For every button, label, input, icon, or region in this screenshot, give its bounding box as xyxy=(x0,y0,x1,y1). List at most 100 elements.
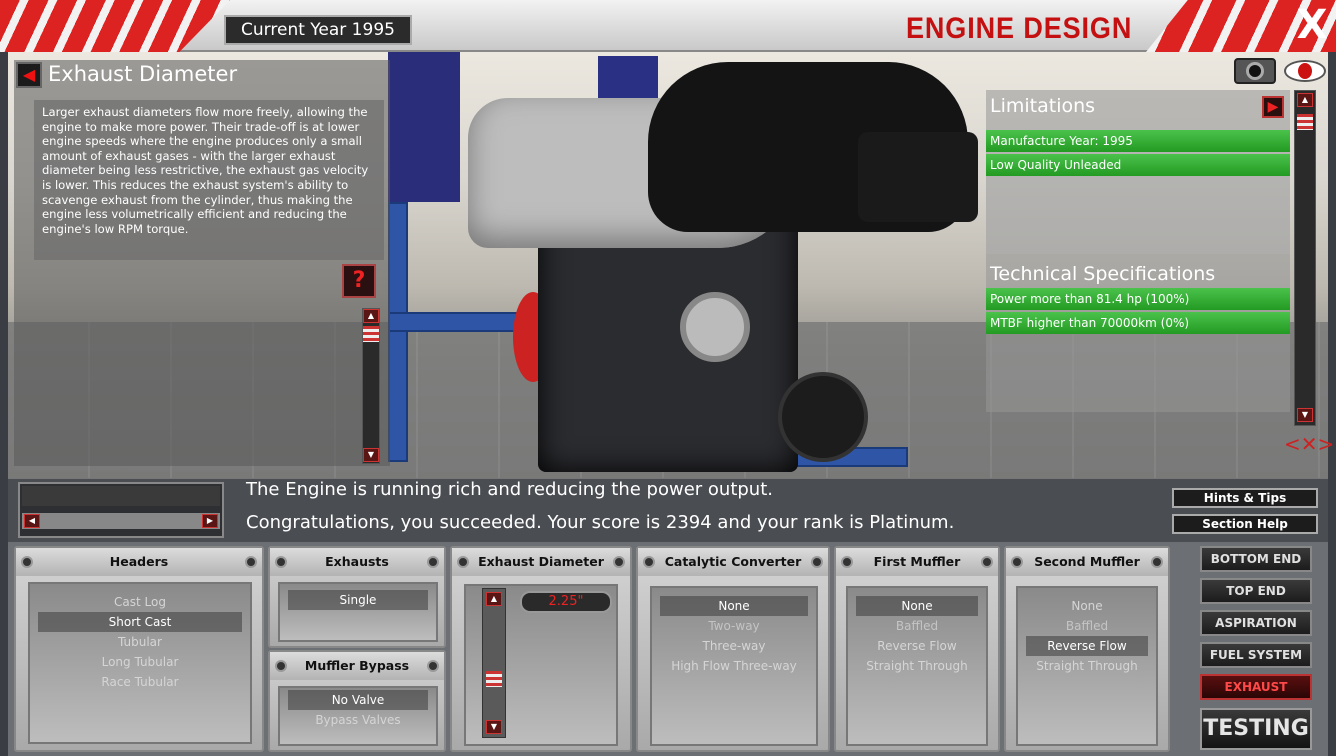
second-muffler-panel-title: Second Muffler xyxy=(1006,548,1168,576)
scroll-down-icon[interactable]: ▼ xyxy=(1297,408,1313,422)
second-muffler-option-straight-through[interactable]: Straight Through xyxy=(1026,656,1148,676)
status-message-1: The Engine is running rich and reducing … xyxy=(246,479,773,500)
bolt-icon xyxy=(1151,556,1163,568)
headers-option-cast-log[interactable]: Cast Log xyxy=(38,592,242,612)
headers-option-long-tubular[interactable]: Long Tubular xyxy=(38,652,242,672)
eye-pupil-icon xyxy=(1298,63,1312,79)
catalytic-list: None Two-way Three-way High Flow Three-w… xyxy=(650,586,818,746)
first-muffler-option-baffled[interactable]: Baffled xyxy=(856,616,978,636)
catalytic-option-none[interactable]: None xyxy=(660,596,808,616)
diameter-up-icon[interactable]: ▲ xyxy=(486,592,502,606)
info-description: Larger exhaust diameters flow more freel… xyxy=(34,100,384,260)
headers-option-tubular[interactable]: Tubular xyxy=(38,632,242,652)
bolt-icon xyxy=(643,556,655,568)
catalytic-option-three-way[interactable]: Three-way xyxy=(660,636,808,656)
first-muffler-option-none[interactable]: None xyxy=(856,596,978,616)
bolt-icon xyxy=(841,556,853,568)
catalytic-option-high-flow[interactable]: High Flow Three-way xyxy=(660,656,808,676)
bolt-icon xyxy=(981,556,993,568)
exhausts-panel: Exhausts Single xyxy=(268,546,446,648)
headers-panel: Headers Cast Log Short Cast Tubular Long… xyxy=(14,546,264,752)
nav-bottom-end-button[interactable]: BOTTOM END xyxy=(1200,546,1312,572)
bolt-icon xyxy=(811,556,823,568)
exhausts-option-single[interactable]: Single xyxy=(288,590,428,610)
status-message-2: Congratulations, you succeeded. Your sco… xyxy=(246,512,955,533)
headers-list: Cast Log Short Cast Tubular Long Tubular… xyxy=(28,582,252,744)
info-title: Exhaust Diameter xyxy=(48,62,238,86)
catalytic-option-two-way[interactable]: Two-way xyxy=(660,616,808,636)
second-muffler-list: None Baffled Reverse Flow Straight Throu… xyxy=(1016,586,1158,746)
bypass-option-bypass-valves[interactable]: Bypass Valves xyxy=(288,710,428,730)
diameter-slider-thumb[interactable] xyxy=(486,671,502,687)
scroll-thumb[interactable] xyxy=(1297,114,1313,130)
limitation-item: Manufacture Year: 1995 xyxy=(986,130,1290,152)
diameter-down-icon[interactable]: ▼ xyxy=(486,720,502,734)
back-arrow-button[interactable]: ◀ xyxy=(16,62,42,88)
catalytic-panel-title: Catalytic Converter xyxy=(638,548,828,576)
spec-item: Power more than 81.4 hp (100%) xyxy=(986,288,1290,310)
bolt-icon xyxy=(457,556,469,568)
view-rotate-icon[interactable]: <✕> xyxy=(1284,432,1334,458)
bolt-icon xyxy=(21,556,33,568)
close-button[interactable]: X xyxy=(1294,4,1330,46)
bolt-icon xyxy=(613,556,625,568)
headers-option-short-cast[interactable]: Short Cast xyxy=(38,612,242,632)
muffler-bypass-panel-title: Muffler Bypass xyxy=(270,652,444,680)
specs-title: Technical Specifications xyxy=(990,263,1216,285)
nav-aspiration-button[interactable]: ASPIRATION xyxy=(1200,610,1312,636)
second-muffler-option-reverse-flow[interactable]: Reverse Flow xyxy=(1026,636,1148,656)
spec-item: MTBF higher than 70000km (0%) xyxy=(986,312,1290,334)
muffler-bypass-list: No Valve Bypass Valves xyxy=(278,686,438,746)
catalytic-converter-panel: Catalytic Converter None Two-way Three-w… xyxy=(636,546,830,752)
first-muffler-list: None Baffled Reverse Flow Straight Throu… xyxy=(846,586,988,746)
slider-left-icon[interactable]: ◀ xyxy=(24,514,40,528)
bolt-icon xyxy=(275,556,287,568)
first-muffler-option-reverse-flow[interactable]: Reverse Flow xyxy=(856,636,978,656)
limitation-item: Low Quality Unleaded xyxy=(986,154,1290,176)
next-arrow-button[interactable]: ▶ xyxy=(1262,96,1284,118)
help-question-button[interactable]: ? xyxy=(342,264,376,298)
testing-button[interactable]: TESTING xyxy=(1200,708,1312,750)
muffler-bypass-panel: Muffler Bypass No Valve Bypass Valves xyxy=(268,650,446,752)
nav-top-end-button[interactable]: TOP END xyxy=(1200,578,1312,604)
mini-slider[interactable] xyxy=(22,513,220,529)
bypass-option-no-valve[interactable]: No Valve xyxy=(288,690,428,710)
stand-frame-post xyxy=(388,202,408,462)
exhausts-list: Single xyxy=(278,582,438,642)
bolt-icon xyxy=(427,660,439,672)
second-muffler-option-baffled[interactable]: Baffled xyxy=(1026,616,1148,636)
exhaust-diameter-panel-title: Exhaust Diameter xyxy=(452,548,630,576)
crank-pulley-model xyxy=(778,372,868,462)
section-help-button[interactable]: Section Help xyxy=(1172,514,1318,534)
headers-panel-title: Headers xyxy=(16,548,262,576)
camera-lens-icon xyxy=(1246,62,1264,80)
hints-tips-button[interactable]: Hints & Tips xyxy=(1172,488,1318,508)
requirements-scrollbar[interactable] xyxy=(1294,90,1316,426)
top-bar xyxy=(0,0,1336,52)
exhaust-diameter-value: 2.25" xyxy=(520,591,612,613)
first-muffler-option-straight-through[interactable]: Straight Through xyxy=(856,656,978,676)
mini-preview-bar xyxy=(22,486,220,506)
scroll-thumb[interactable] xyxy=(363,326,379,342)
exhausts-panel-title: Exhausts xyxy=(270,548,444,576)
limitations-title: Limitations xyxy=(990,95,1096,117)
exhaust-diameter-panel: Exhaust Diameter xyxy=(450,546,632,752)
bolt-icon xyxy=(275,660,287,672)
nav-fuel-system-button[interactable]: FUEL SYSTEM xyxy=(1200,642,1312,668)
scroll-up-icon[interactable]: ▲ xyxy=(1297,93,1313,107)
scroll-down-icon[interactable]: ▼ xyxy=(363,448,379,462)
nav-exhaust-button[interactable]: EXHAUST xyxy=(1200,674,1312,700)
second-muffler-option-none[interactable]: None xyxy=(1026,596,1148,616)
exhaust-diameter-slider[interactable] xyxy=(482,588,506,738)
alternator-model xyxy=(680,292,750,362)
bolt-icon xyxy=(1011,556,1023,568)
page-title: ENGINE DESIGN xyxy=(906,12,1133,45)
top-stripe-left xyxy=(0,0,230,52)
current-year-display: Current Year 1995 xyxy=(224,15,412,45)
second-muffler-panel: Second Muffler None Baffled Reverse Flow… xyxy=(1004,546,1170,752)
bolt-icon xyxy=(245,556,257,568)
slider-right-icon[interactable]: ▶ xyxy=(202,514,218,528)
first-muffler-panel-title: First Muffler xyxy=(836,548,998,576)
headers-option-race-tubular[interactable]: Race Tubular xyxy=(38,672,242,692)
scroll-up-icon[interactable]: ▲ xyxy=(363,309,379,323)
